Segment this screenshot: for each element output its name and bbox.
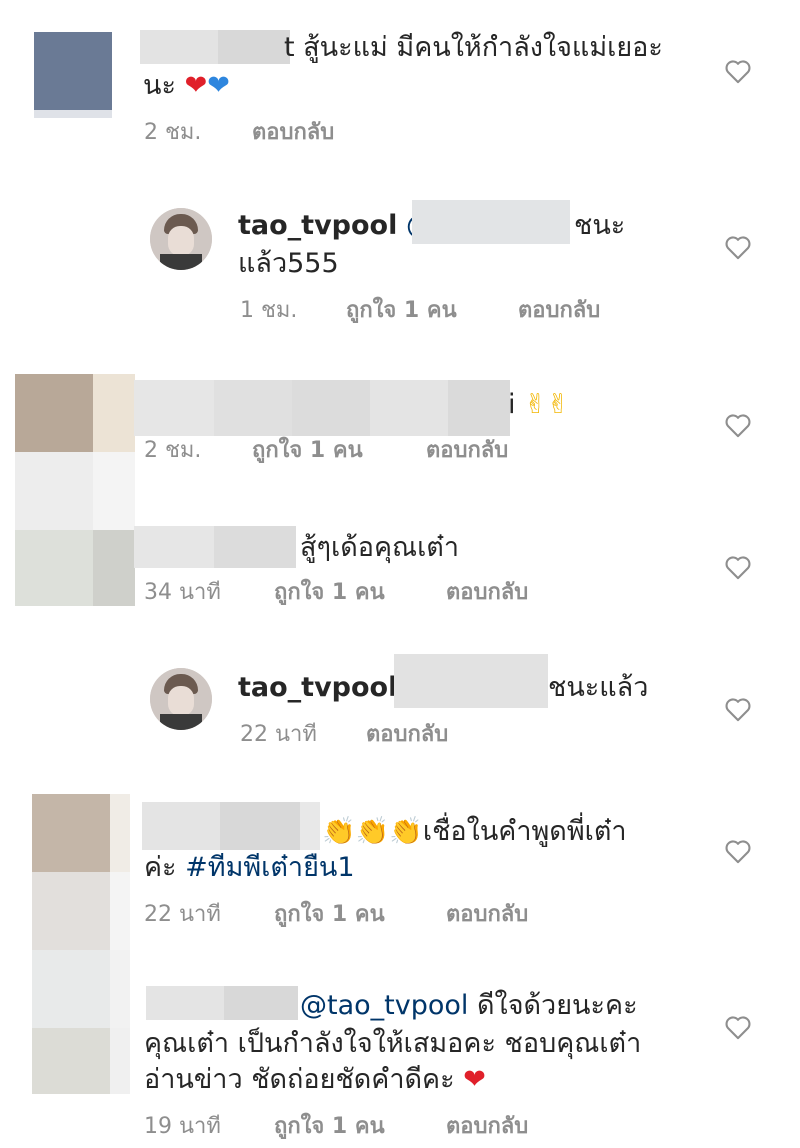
comment-text: สู้ๆเด้อคุณเต๋า bbox=[300, 532, 459, 563]
comment-time: 19 นาที bbox=[144, 1114, 221, 1139]
comment-time: 22 นาที bbox=[144, 902, 221, 927]
comment-text-line2: นะ ❤❤ bbox=[143, 70, 230, 101]
heart-outline-icon[interactable] bbox=[724, 838, 752, 864]
reply-text: tao_tvpool ( bbox=[238, 670, 417, 706]
mention-link[interactable]: @tao_tvpool bbox=[300, 990, 468, 1021]
comment-time: 1 ชม. bbox=[240, 298, 298, 323]
heart-outline-icon[interactable] bbox=[724, 696, 752, 722]
username-blurred[interactable] bbox=[134, 380, 510, 436]
likes-count[interactable]: ถูกใจ 1 คน bbox=[252, 436, 363, 466]
avatar-blurred[interactable] bbox=[34, 32, 112, 118]
likes-count[interactable]: ถูกใจ 1 คน bbox=[274, 578, 385, 608]
reply-button[interactable]: ตอบกลับ bbox=[446, 578, 528, 608]
blue-heart-icon: ❤ bbox=[207, 70, 230, 101]
reply-button[interactable]: ตอบกลับ bbox=[446, 900, 528, 930]
likes-count[interactable]: ถูกใจ 1 คน bbox=[346, 296, 457, 326]
likes-count[interactable]: ถูกใจ 1 คน bbox=[274, 900, 385, 930]
comment-text: i ✌✌ bbox=[508, 389, 570, 420]
mention-blurred[interactable] bbox=[412, 200, 570, 244]
likes-count[interactable]: ถูกใจ 1 คน bbox=[274, 1112, 385, 1142]
comment-time: 34 นาที bbox=[144, 580, 221, 605]
reply-text-end: ชนะ bbox=[574, 210, 626, 241]
username-blurred[interactable] bbox=[140, 30, 290, 64]
reply-text-end: ชนะแล้ว bbox=[548, 672, 649, 703]
username[interactable]: tao_tvpool bbox=[238, 672, 397, 703]
hashtag-link[interactable]: #ทีมพีเต๋ายืน1 bbox=[185, 852, 354, 883]
reply-text-line2: แล้ว555 bbox=[238, 248, 339, 279]
red-heart-icon: ❤ bbox=[463, 1064, 486, 1095]
reply-button[interactable]: ตอบกลับ bbox=[366, 720, 448, 750]
reply-button[interactable]: ตอบกลับ bbox=[518, 296, 600, 326]
avatar-blurred[interactable] bbox=[15, 374, 135, 606]
comment-time: 2 ชม. bbox=[144, 438, 202, 463]
avatar-blurred[interactable] bbox=[32, 794, 130, 1094]
reply-button[interactable]: ตอบกลับ bbox=[252, 118, 334, 148]
comment-text: 👏👏👏เชื่อในคำพูดพี่เต๋า bbox=[322, 816, 627, 847]
heart-outline-icon[interactable] bbox=[724, 412, 752, 438]
comment-text: @tao_tvpool ดีใจด้วยนะคะ bbox=[300, 990, 638, 1021]
comment-text-line3: อ่านข่าว ชัดถ่อยชัดคำดีคะ ❤ bbox=[144, 1064, 486, 1095]
red-heart-icon: ❤ bbox=[184, 70, 208, 101]
clapping-hands-icon: 👏👏👏 bbox=[322, 816, 423, 847]
comment-text: t สู้นะแม่ มีคนให้กำลังใจแม่เยอะ bbox=[284, 32, 663, 63]
avatar[interactable] bbox=[150, 668, 212, 730]
username-blurred[interactable] bbox=[142, 802, 320, 850]
mention-blurred[interactable] bbox=[394, 654, 548, 708]
username[interactable]: tao_tvpool bbox=[238, 210, 397, 241]
reply-button[interactable]: ตอบกลับ bbox=[426, 436, 508, 466]
comment-time: 2 ชม. bbox=[144, 120, 202, 145]
username-blurred[interactable] bbox=[134, 526, 296, 568]
heart-outline-icon[interactable] bbox=[724, 234, 752, 260]
comment-text-line2: ค่ะ #ทีมพีเต๋ายืน1 bbox=[144, 852, 355, 883]
heart-outline-icon[interactable] bbox=[724, 1014, 752, 1040]
heart-outline-icon[interactable] bbox=[724, 58, 752, 84]
reply-text: tao_tvpool @ bbox=[238, 208, 433, 244]
comment-text-line2: คุณเต๋า เป็นกำลังใจให้เสมอคะ ชอบคุณเต๋า bbox=[144, 1028, 642, 1059]
avatar[interactable] bbox=[150, 208, 212, 270]
comment-time: 22 นาที bbox=[240, 722, 317, 747]
heart-outline-icon[interactable] bbox=[724, 554, 752, 580]
victory-hand-icon: ✌✌ bbox=[524, 389, 570, 420]
username-blurred[interactable] bbox=[146, 986, 298, 1020]
reply-button[interactable]: ตอบกลับ bbox=[446, 1112, 528, 1142]
